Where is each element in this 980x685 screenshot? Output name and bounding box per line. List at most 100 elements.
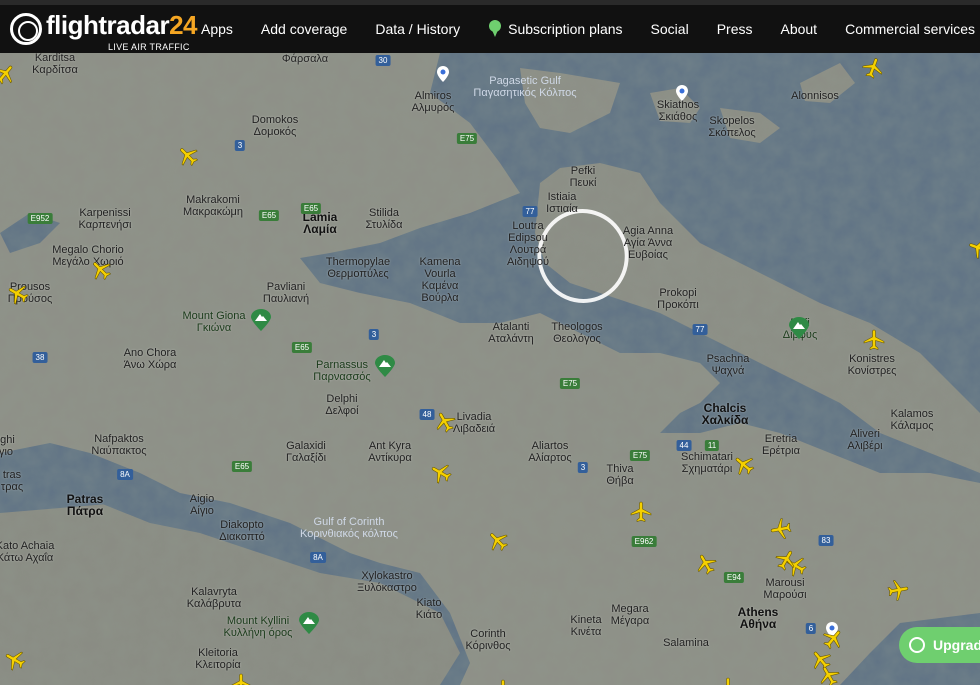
road-shield: 30 bbox=[375, 55, 391, 66]
place-label-farsala: Φάρσαλα bbox=[281, 53, 329, 65]
place-label-antikyra: Ant Kyra Αντίκυρα bbox=[368, 440, 412, 464]
place-label-istiaia: Istiaia Ιστιαία bbox=[546, 191, 578, 215]
place-label-chalcis: Chalcis Χαλκίδα bbox=[701, 401, 749, 427]
place-label-gulf-corinth: Gulf of Corinth Κορινθιακός κόλπος bbox=[300, 516, 398, 540]
road-shield: 8A bbox=[117, 469, 133, 480]
place-label-agia-anna: Agia Anna Αγία Άννα Ευβοίας bbox=[622, 225, 674, 261]
place-label-skopelos: Skopelos Σκόπελος bbox=[708, 115, 756, 139]
place-label-ano-chora: Ano Chora Άνω Χώρα bbox=[123, 347, 177, 371]
aircraft-icon[interactable] bbox=[492, 679, 514, 685]
place-label-thiva: Thiva Θήβα bbox=[606, 463, 634, 487]
road-shield: E65 bbox=[258, 210, 280, 221]
place-label-konistres: Konistres Κονίστρες bbox=[847, 353, 897, 377]
place-label-xylokastro: Xylokastro Ξυλόκαστρο bbox=[357, 570, 417, 594]
road-shield: E952 bbox=[27, 213, 53, 224]
place-label-kato-achaia: Kato Achaia Κάτω Αχαΐα bbox=[0, 540, 55, 564]
place-label-aliveri: Aliveri Αλιβέρι bbox=[847, 428, 883, 452]
mountain-icon bbox=[375, 355, 395, 377]
place-label-salamina: Salamina bbox=[663, 637, 709, 649]
place-label-tras: tras τρας bbox=[0, 469, 24, 493]
nav-apps[interactable]: Apps bbox=[187, 21, 247, 37]
place-label-diakopto: Diakopto Διακοπτό bbox=[219, 519, 265, 543]
road-shield: 11 bbox=[704, 440, 720, 451]
road-shield: 3 bbox=[234, 140, 246, 151]
nav-subscription-label: Subscription plans bbox=[508, 21, 623, 37]
place-label-corinth: Corinth Κόρινθος bbox=[465, 628, 511, 652]
top-navigation-bar: flightradar24 LIVE AIR TRAFFIC Apps Add … bbox=[0, 0, 980, 53]
place-label-livadia: Livadia Λιβαδειά bbox=[452, 411, 496, 435]
nav-social[interactable]: Social bbox=[637, 21, 703, 37]
nav-commercial-services[interactable]: Commercial services bbox=[831, 21, 980, 37]
place-label-alonnisos: Alonnisos bbox=[791, 90, 839, 102]
place-label-stilida: Stilida Στυλίδα bbox=[365, 207, 403, 231]
aircraft-icon[interactable] bbox=[630, 501, 652, 523]
medal-icon bbox=[909, 637, 925, 653]
radar-icon bbox=[10, 13, 42, 45]
place-label-galaxidi: Galaxidi Γαλαξίδι bbox=[285, 440, 327, 464]
place-label-karpenissi: Karpenissi Καρπενήσι bbox=[78, 207, 132, 231]
place-label-kiato: Kiato Κιάτο bbox=[415, 597, 443, 621]
place-label-loutra: Loutra Edipsou Λουτρά Αιδηψού bbox=[507, 220, 549, 268]
place-label-ighi: Ighiγιο bbox=[0, 434, 15, 458]
airport-pin-icon[interactable] bbox=[676, 85, 688, 101]
road-shield: 8A bbox=[310, 552, 326, 563]
road-shield: 77 bbox=[522, 206, 538, 217]
place-label-kalavryta: Kalavryta Καλάβρυτα bbox=[186, 586, 242, 610]
upgrade-label: Upgrade bbox=[933, 637, 980, 653]
place-label-pefki: Pefki Πευκί bbox=[569, 165, 597, 189]
road-shield: 6 bbox=[805, 623, 817, 634]
road-shield: E94 bbox=[723, 572, 745, 583]
place-label-kleitoria: Kleitoria Κλειτορία bbox=[195, 647, 241, 671]
road-shield: 3 bbox=[368, 329, 380, 340]
place-label-lamia: Lamia Λαμία bbox=[302, 210, 338, 236]
nav-press[interactable]: Press bbox=[703, 21, 767, 37]
place-label-schimatari: Schimatari Σχηματάρι bbox=[681, 451, 733, 475]
place-label-athens: Athens Αθήνα bbox=[737, 605, 779, 631]
place-label-kamena: Kamena Vourla Καμένα Βούρλα bbox=[419, 256, 461, 304]
medal-icon bbox=[488, 20, 502, 38]
flight-map[interactable]: Karditsa Καρδίτσα Φάρσαλα Almiros Αλμυρός Pag… bbox=[0, 53, 980, 685]
flightradar24-logo[interactable]: flightradar24 LIVE AIR TRAFFIC bbox=[10, 10, 197, 53]
nav-add-coverage[interactable]: Add coverage bbox=[247, 21, 361, 37]
road-shield: E65 bbox=[300, 203, 322, 214]
place-label-megara: Megara Μέγαρα bbox=[610, 603, 650, 627]
road-shield: E75 bbox=[456, 133, 478, 144]
place-label-prokopi: Prokopi Προκόπι bbox=[657, 287, 699, 311]
place-label-domokos: Domokos Δομοκός bbox=[251, 114, 299, 138]
place-label-skiathos: Skiathos Σκιάθος bbox=[656, 99, 700, 123]
place-label-pavliani: Pavliani Παυλιανή bbox=[262, 281, 310, 305]
place-label-patras: Patras Πάτρα bbox=[66, 492, 104, 518]
upgrade-button[interactable]: Upgrade bbox=[899, 627, 980, 663]
place-label-thermopylae: Thermopylae Θερμοπύλες bbox=[325, 256, 391, 280]
place-label-theologos: Theologos Θεολόγος bbox=[551, 321, 603, 345]
place-label-almiros: Almiros Αλμυρός bbox=[411, 90, 455, 114]
nav-data-history[interactable]: Data / History bbox=[361, 21, 474, 37]
place-label-aigio: Aigio Αίγιο bbox=[189, 493, 215, 517]
airport-pin-icon[interactable] bbox=[437, 66, 449, 82]
road-shield: E65 bbox=[231, 461, 253, 472]
place-label-atalanti: Atalanti Αταλάντη bbox=[488, 321, 534, 345]
place-label-eretria: Eretria Ερέτρια bbox=[762, 433, 800, 457]
nav-about[interactable]: About bbox=[766, 21, 831, 37]
aircraft-icon[interactable] bbox=[863, 329, 885, 351]
road-shield: 44 bbox=[676, 440, 692, 451]
place-label-mount-giona: Mount Giona Γκιώνα bbox=[182, 310, 246, 334]
mountain-icon bbox=[299, 612, 319, 634]
place-label-karditsa: Karditsa Καρδίτσα bbox=[32, 53, 78, 76]
road-shield: E962 bbox=[631, 536, 657, 547]
nav-subscription-plans[interactable]: Subscription plans bbox=[474, 20, 636, 38]
aircraft-icon[interactable] bbox=[230, 673, 252, 685]
place-label-mount-kyllini: Mount Kyllini Κυλλήνη όρος bbox=[223, 615, 293, 639]
aircraft-icon[interactable] bbox=[885, 577, 910, 602]
place-label-parnassus: Parnassus Παρνασσός bbox=[313, 359, 371, 383]
aircraft-icon[interactable] bbox=[717, 677, 739, 685]
road-shield: 77 bbox=[692, 324, 708, 335]
road-shield: 38 bbox=[32, 352, 48, 363]
road-shield: E75 bbox=[559, 378, 581, 389]
aircraft-icon[interactable] bbox=[768, 516, 793, 541]
mountain-icon bbox=[251, 309, 271, 331]
place-label-megalo: Megalo Chorio Μεγάλο Χωριό bbox=[52, 244, 124, 268]
road-shield: E75 bbox=[629, 450, 651, 461]
logo-tagline: LIVE AIR TRAFFIC bbox=[108, 42, 190, 52]
place-label-aliartos: Aliartos Αλίαρτος bbox=[528, 440, 572, 464]
